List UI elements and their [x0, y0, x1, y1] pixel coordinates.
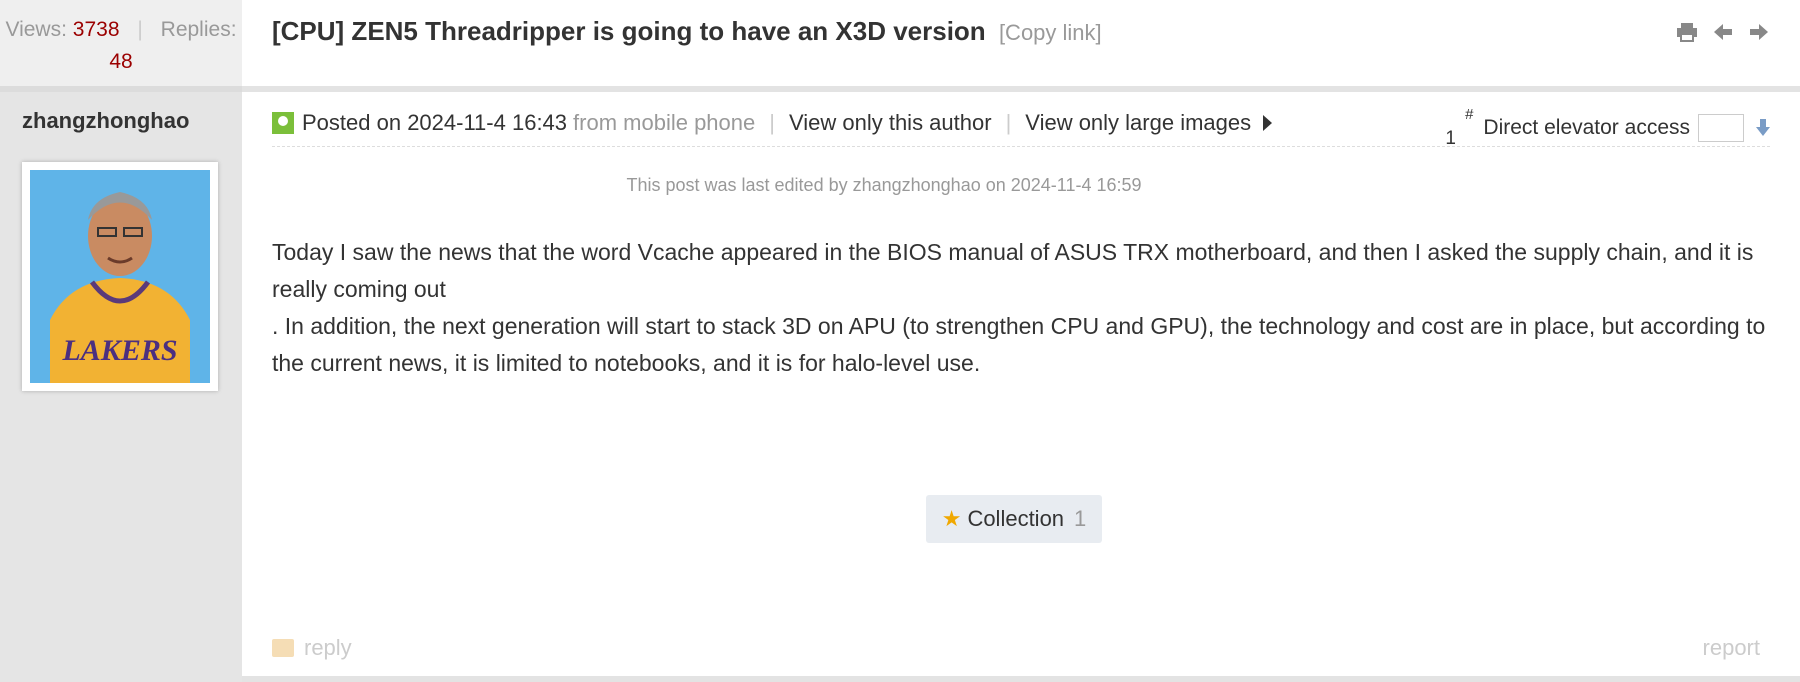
thread-title: [CPU] ZEN5 Threadripper is going to have… — [272, 16, 1102, 47]
arrow-down-icon[interactable] — [1756, 119, 1770, 137]
collection-count: 1 — [1074, 506, 1087, 531]
avatar[interactable]: LAKERS — [22, 162, 218, 391]
post-meta: Posted on 2024-11-4 16:43 from mobile ph… — [272, 110, 1273, 136]
view-large-images-link[interactable]: View only large images — [1025, 110, 1251, 136]
post-paragraph: . In addition, the next generation will … — [272, 313, 1766, 376]
collection-button[interactable]: ★ Collection 1 — [926, 495, 1102, 543]
elevator-floor-input[interactable] — [1698, 114, 1744, 142]
bottom-divider — [242, 676, 1800, 682]
stats-divider: | — [137, 18, 143, 41]
post-source: from mobile phone — [573, 110, 756, 135]
view-only-author-link[interactable]: View only this author — [789, 110, 992, 136]
reply-label: reply — [304, 635, 352, 660]
post-content: Today I saw the news that the word Vcach… — [272, 234, 1772, 382]
reply-icon — [272, 639, 294, 657]
report-link[interactable]: report — [1703, 635, 1760, 661]
views-count: 3738 — [72, 18, 120, 41]
online-status-icon — [272, 112, 294, 134]
print-icon[interactable] — [1676, 22, 1698, 42]
views-label: Views: — [5, 18, 67, 41]
meta-divider: | — [1005, 110, 1012, 135]
sidebar: Views: 3738 | Replies: 48 zhangzhonghao … — [0, 0, 242, 682]
elevator-label: Direct elevator access — [1483, 116, 1690, 139]
previous-thread-icon[interactable] — [1712, 22, 1734, 42]
floor-elevator: # 1 Direct elevator access — [1445, 106, 1770, 150]
caret-right-icon[interactable] — [1263, 115, 1273, 131]
post-area: [CPU] ZEN5 Threadripper is going to have… — [242, 0, 1800, 682]
posted-on: Posted on 2024-11-4 16:43 — [302, 110, 568, 135]
thread-stats: Views: 3738 | Replies: 48 — [0, 0, 242, 86]
sidebar-divider — [0, 86, 242, 92]
reply-button[interactable]: reply — [272, 635, 352, 661]
edit-note: This post was last edited by zhangzhongh… — [626, 175, 1142, 195]
replies-label: Replies: — [160, 18, 237, 41]
star-icon: ★ — [941, 506, 962, 531]
thread-header: [CPU] ZEN5 Threadripper is going to have… — [242, 0, 1800, 92]
svg-text:LAKERS: LAKERS — [61, 334, 177, 367]
next-thread-icon[interactable] — [1748, 22, 1770, 42]
copy-link[interactable]: [Copy link] — [999, 20, 1102, 45]
collection-label: Collection — [967, 506, 1065, 531]
thread-tools — [1676, 22, 1770, 42]
floor-hash: # — [1465, 106, 1474, 123]
avatar-image: LAKERS — [30, 170, 210, 383]
author-name[interactable]: zhangzhonghao — [22, 108, 189, 134]
thread-title-text: [CPU] ZEN5 Threadripper is going to have… — [272, 16, 986, 46]
meta-divider-line — [272, 146, 1770, 147]
replies-count: 48 — [109, 50, 133, 73]
post-paragraph: Today I saw the news that the word Vcach… — [272, 239, 1754, 302]
meta-divider: | — [769, 110, 775, 135]
floor-indicator: # 1 — [1445, 106, 1475, 150]
